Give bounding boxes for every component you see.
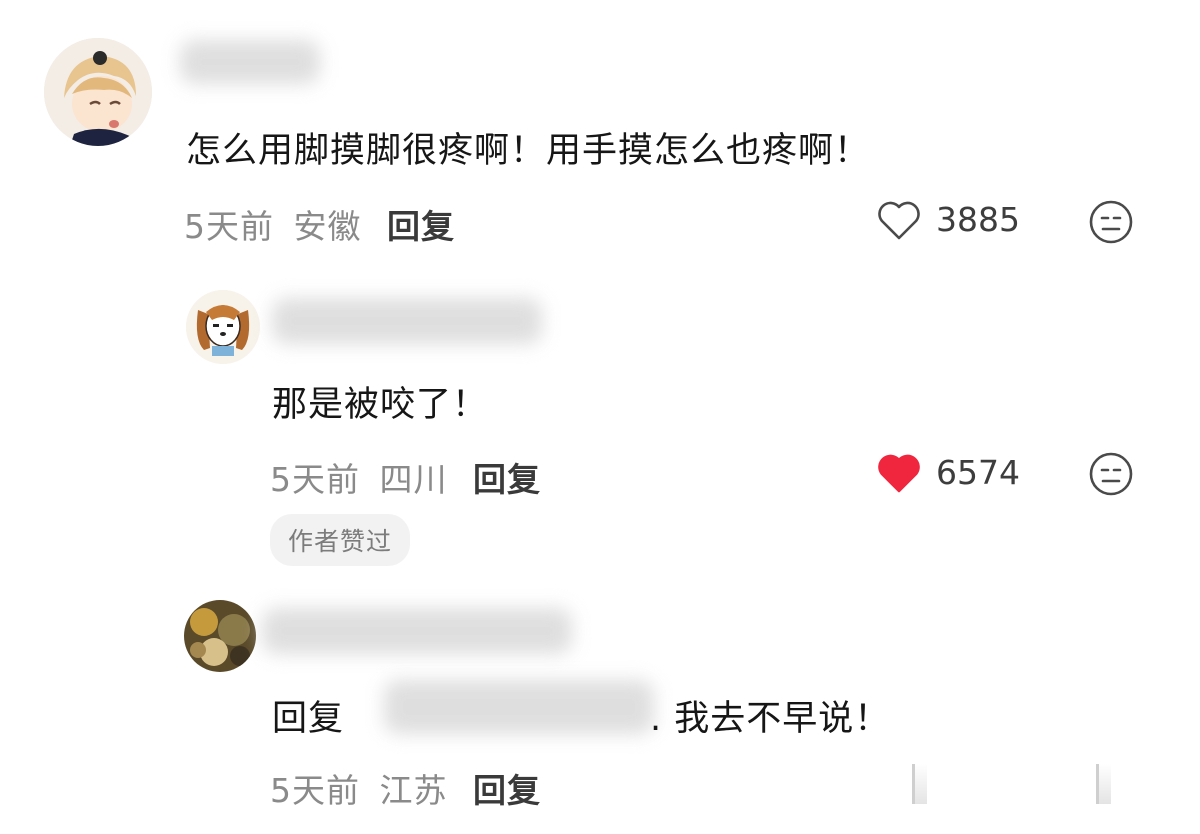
comment-meta-3: 5天前 江苏 回复 [270, 764, 541, 812]
dog-avatar-image [186, 290, 260, 364]
heart-filled-icon [878, 454, 920, 493]
like-count-1: 3885 [936, 200, 1020, 239]
photo-avatar-image [184, 600, 256, 672]
comment-location: 安徽 [293, 207, 362, 246]
avatar-comment-1[interactable] [44, 38, 152, 146]
comment-time: 5天前 [270, 460, 360, 499]
comment-time: 5天前 [184, 207, 274, 246]
neutral-face-icon[interactable] [1088, 199, 1134, 245]
username-blurred-3[interactable] [262, 608, 572, 654]
reply-prefix: 回复 [272, 699, 345, 739]
username-blurred-1[interactable] [180, 40, 320, 84]
heart-outline-icon [878, 201, 920, 240]
comment-text-1: 怎么用脚摸脚很疼啊！用手摸怎么也疼啊！ [186, 131, 871, 171]
anime-avatar-image [44, 38, 152, 146]
comment-time: 5天前 [270, 771, 360, 810]
mention-blurred[interactable] [384, 680, 654, 734]
reply-button[interactable]: 回复 [387, 207, 455, 246]
avatar-comment-3[interactable] [184, 600, 256, 672]
comment-text-2: 那是被咬了！ [272, 385, 489, 425]
scroll-handle-left[interactable] [912, 764, 927, 804]
author-liked-badge: 作者赞过 [270, 514, 411, 566]
comment-text-3: 回复 [272, 690, 344, 741]
comment-location: 四川 [379, 460, 448, 499]
reply-button[interactable]: 回复 [473, 771, 541, 810]
like-button-2[interactable]: 6574 [876, 451, 1026, 497]
like-button-1[interactable]: 3885 [876, 198, 1026, 244]
comment-meta-2: 5天前 四川 回复 [270, 453, 541, 501]
comment-location: 江苏 [379, 771, 448, 810]
reply-button[interactable]: 回复 [473, 460, 541, 499]
avatar-comment-2[interactable] [186, 290, 260, 364]
username-blurred-2[interactable] [272, 298, 542, 344]
neutral-face-icon[interactable] [1088, 451, 1134, 497]
scroll-handle-right[interactable] [1096, 764, 1111, 804]
comment-meta-1: 5天前 安徽 回复 [184, 200, 455, 248]
like-count-2: 6574 [936, 453, 1020, 492]
comment-text-3-body: . 我去不早说！ [650, 699, 891, 739]
